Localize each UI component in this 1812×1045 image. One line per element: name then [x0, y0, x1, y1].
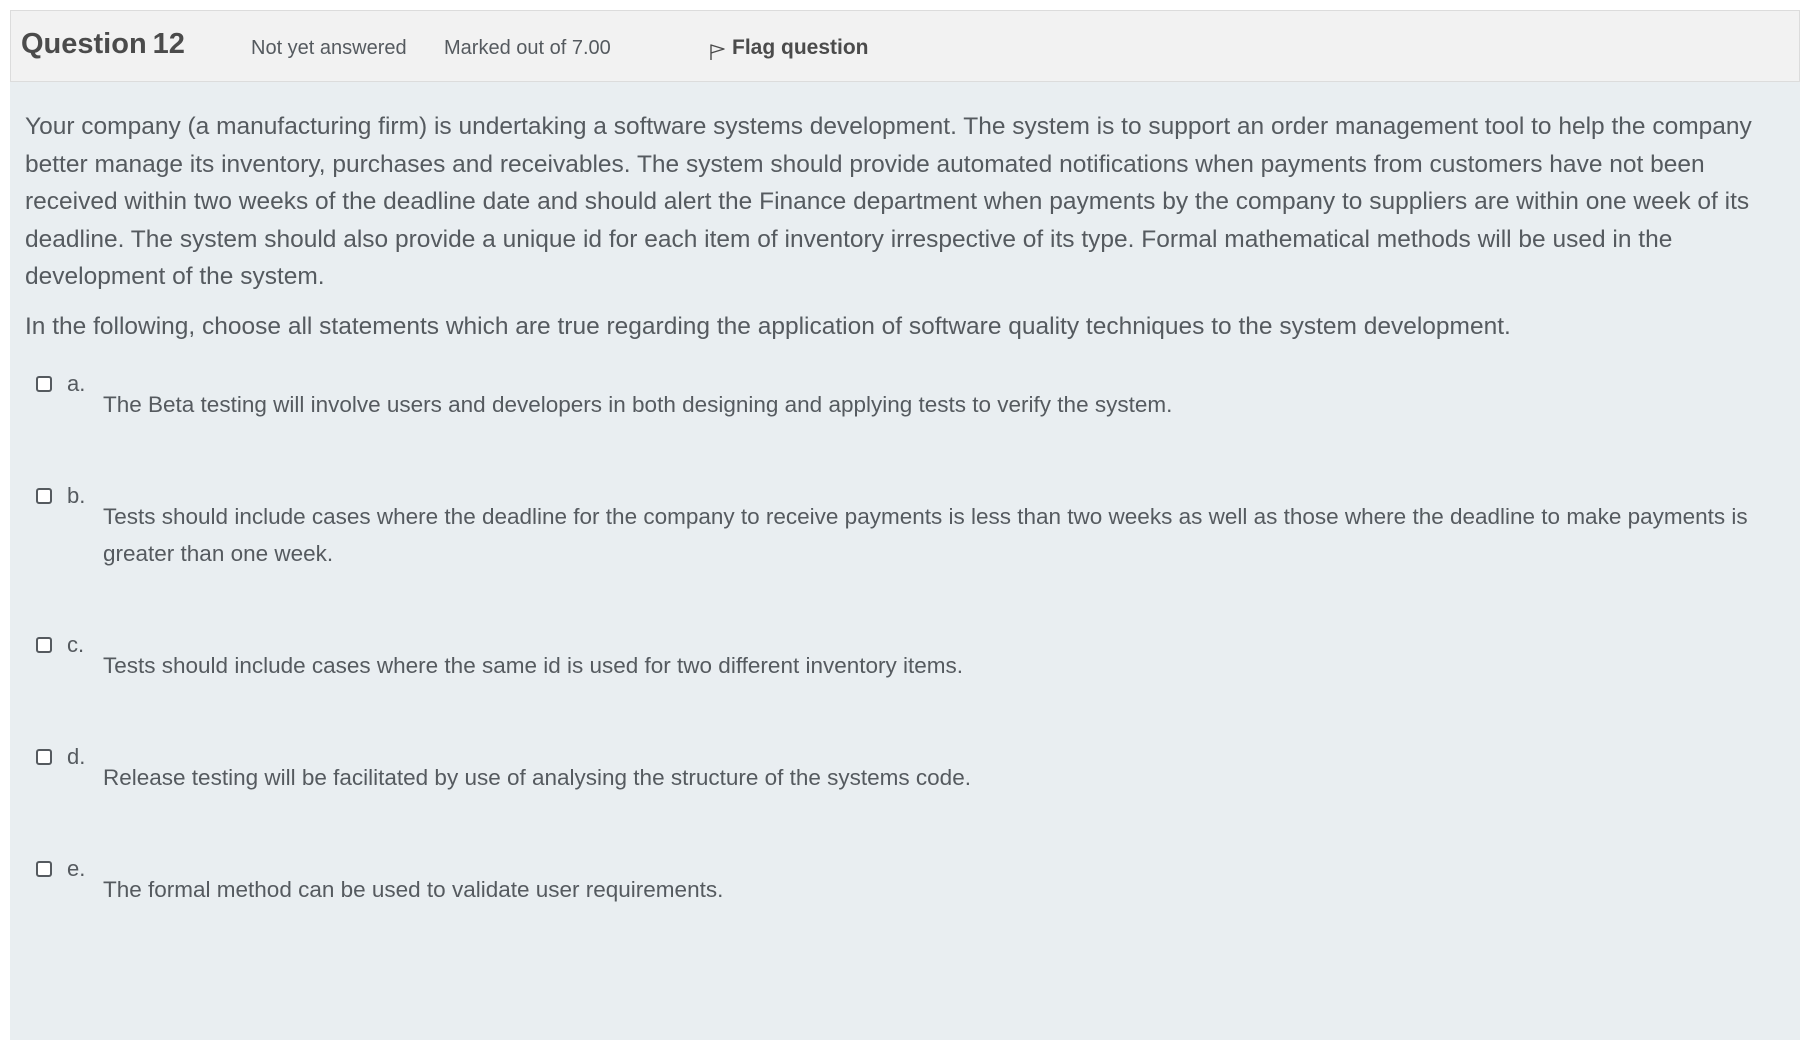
answer-letter-a: a.: [67, 371, 86, 396]
answer-letter-c: c.: [67, 632, 85, 657]
question-title: Question 12: [21, 28, 185, 61]
question-state: Not yet answered: [251, 37, 407, 59]
answer-letter-d: d.: [67, 744, 86, 769]
answer-checkbox-e[interactable]: [36, 861, 52, 877]
flag-question-button[interactable]: Flag question: [708, 35, 869, 61]
question-title-prefix: Question: [21, 28, 147, 60]
answer-letter-e: e.: [67, 856, 86, 881]
question-number: 12: [152, 28, 185, 60]
answer-checkbox-d[interactable]: [36, 749, 52, 765]
answer-checkbox-b[interactable]: [36, 488, 52, 504]
question-text: Your company (a manufacturing firm) is u…: [25, 108, 1790, 345]
question-body: Your company (a manufacturing firm) is u…: [10, 82, 1800, 1040]
answer-text-a[interactable]: The Beta testing will involve users and …: [103, 386, 1793, 423]
answer-text-b[interactable]: Tests should include cases where the dea…: [103, 498, 1793, 572]
flag-outline-icon: [710, 44, 725, 60]
flag-question-label: Flag question: [732, 36, 869, 59]
question-prompt: In the following, choose all statements …: [25, 312, 1511, 340]
answer-text-c[interactable]: Tests should include cases where the sam…: [103, 647, 1793, 684]
question-grade: Marked out of 7.00: [444, 37, 611, 59]
question-paragraph: Your company (a manufacturing firm) is u…: [25, 113, 1752, 290]
answer-checkbox-c[interactable]: [36, 637, 52, 653]
answer-text-d[interactable]: Release testing will be facilitated by u…: [103, 759, 1793, 796]
question-info-header: Question 12 Not yet answered Marked out o…: [10, 10, 1800, 82]
answer-text-e[interactable]: The formal method can be used to validat…: [103, 871, 1793, 908]
answer-letter-b: b.: [67, 483, 86, 508]
answer-checkbox-a[interactable]: [36, 376, 52, 392]
